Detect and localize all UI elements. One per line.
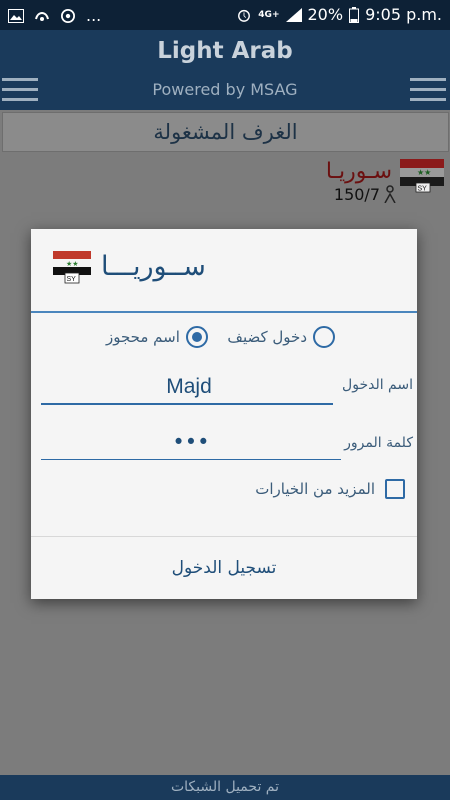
svg-text:★★: ★★ [417,168,431,177]
alarm-icon [238,9,251,22]
password-label: كلمة المرور [344,435,413,451]
room-user-count: 150/7 [333,185,380,204]
syria-flag-icon: ★★ SY [400,159,444,193]
radio-reserved-option[interactable]: اسم محجوز [106,324,208,350]
clock: 9:05 p.m. [365,5,442,24]
browser-notification-icon [61,8,75,23]
right-menu-icon[interactable] [410,78,446,102]
radio-guest-option[interactable]: دخول كضيف [227,324,335,350]
room-flag-badge: SY [418,186,428,193]
more-options-checkbox[interactable] [385,479,405,499]
room-name: سـوريـا [325,159,392,184]
more-notifications: ... [86,6,102,25]
app-notification-icon [35,11,49,21]
app-title: Light Arab [157,38,293,64]
dialog-header: ★★ SY ســوريـــا [31,229,417,313]
username-label: اسم الدخول [342,377,413,393]
bottom-status-bar: تم تحميل الشبكات [0,775,450,800]
app-bar: Light Arab Powered by MSAG [0,30,450,110]
occupied-rooms-header: الغرف المشغولة [2,112,449,152]
more-options-row[interactable]: المزيد من الخيارات [255,479,405,499]
svg-text:★★: ★★ [66,260,79,268]
battery-icon [349,6,360,23]
dialog-flag-badge: SY [67,276,77,283]
radio-guest-button[interactable] [313,326,335,348]
signal-icon [285,7,302,22]
dialog-title: ســوريـــا [101,251,206,282]
login-button[interactable]: تسجيل الدخول [31,536,417,600]
radio-guest-label: دخول كضيف [227,328,307,346]
network-indicator: 4G+ [258,9,280,20]
login-dialog: ★★ SY ســوريـــا دخول كضيف اسم محجوز اسم… [31,229,417,599]
image-notification-icon [8,8,24,23]
more-options-label: المزيد من الخيارات [255,480,375,498]
person-icon [382,185,398,208]
radio-reserved-button[interactable] [185,326,208,348]
app-subtitle: Powered by MSAG [152,80,298,99]
username-underline [41,403,333,405]
password-underline [41,459,341,460]
password-input[interactable]: ••• [41,426,341,458]
status-bar: ... 4G+ 20% 9:05 p.m. [0,0,450,30]
battery-percent: 20% [307,5,344,24]
username-input[interactable] [41,369,337,405]
radio-reserved-label: اسم محجوز [106,328,180,346]
room-list-item[interactable]: سـوريـا 150/7 ★★ SY [0,155,450,210]
syria-flag-icon: ★★ SY [53,251,91,285]
